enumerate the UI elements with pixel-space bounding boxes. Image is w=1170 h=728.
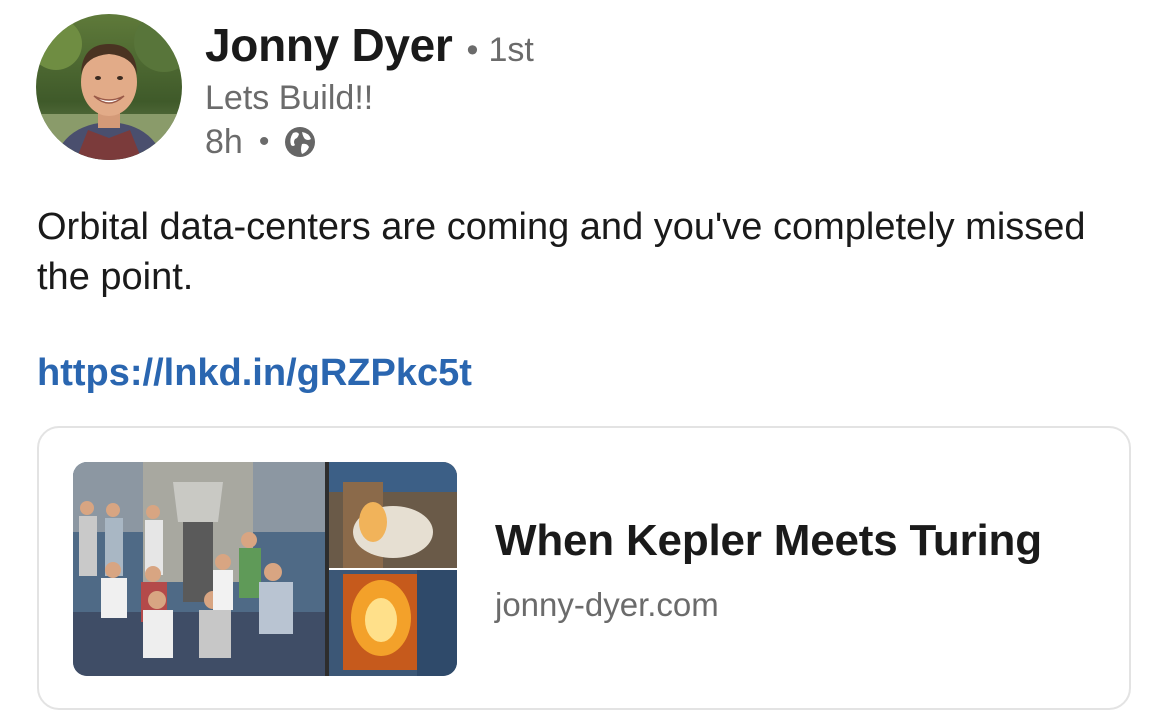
author-name[interactable]: Jonny Dyer bbox=[205, 18, 453, 72]
globe-icon bbox=[283, 125, 317, 159]
avatar-photo bbox=[36, 14, 182, 160]
post-timestamp: 8h bbox=[205, 122, 243, 161]
feed-post: Jonny Dyer • 1st Lets Build!! 8h • Orbit… bbox=[0, 0, 1170, 728]
post-body-text: Orbital data-centers are coming and you'… bbox=[37, 206, 1086, 298]
post-link[interactable]: https://lnkd.in/gRZPkc5t bbox=[37, 352, 472, 395]
name-separator: • bbox=[466, 31, 479, 69]
link-preview-thumbnail bbox=[73, 462, 457, 676]
author-name-row: Jonny Dyer • 1st bbox=[205, 18, 905, 74]
connection-degree: 1st bbox=[488, 31, 534, 69]
link-preview-title: When Kepler Meets Turing bbox=[495, 516, 1042, 565]
meta-separator: • bbox=[258, 125, 270, 158]
author-avatar[interactable] bbox=[36, 14, 182, 160]
author-headline: Lets Build!! bbox=[205, 79, 374, 117]
author-info: Jonny Dyer • 1st Lets Build!! 8h • bbox=[205, 18, 905, 164]
post-meta: 8h • bbox=[205, 120, 905, 164]
link-preview-domain: jonny-dyer.com bbox=[495, 586, 719, 623]
link-preview-card[interactable]: When Kepler Meets Turing jonny-dyer.com bbox=[37, 426, 1131, 710]
